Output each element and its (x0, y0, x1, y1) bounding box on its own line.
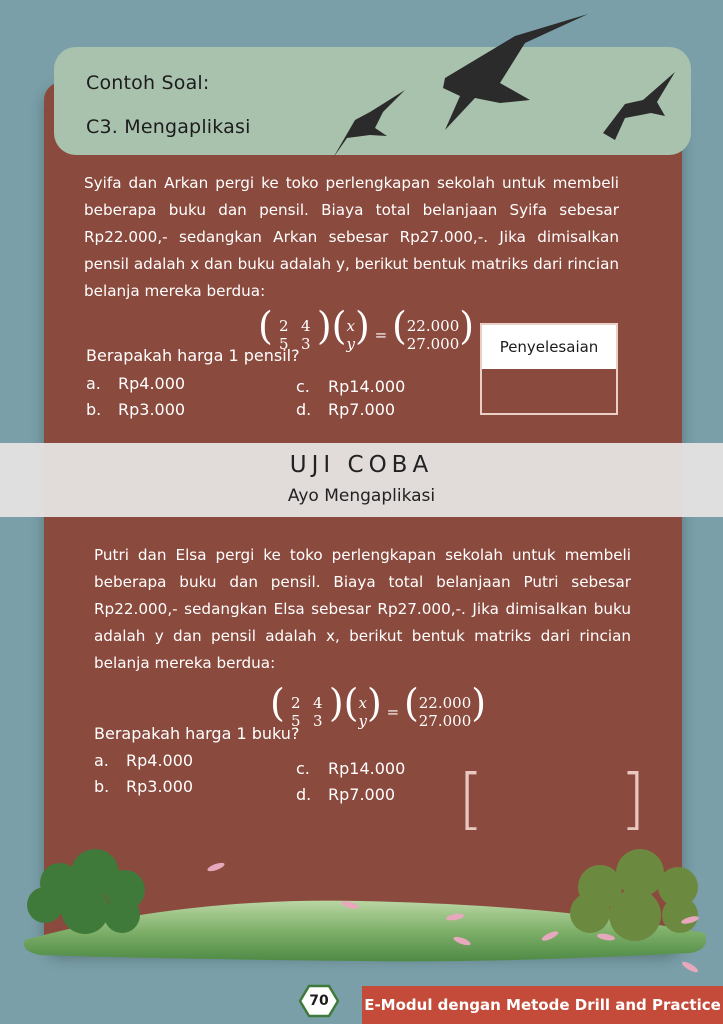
example-option-a[interactable]: a. Rp4.000 (86, 374, 185, 393)
trial-option-b[interactable]: b. Rp3.000 (94, 777, 193, 796)
example-label: Contoh Soal: (86, 72, 210, 94)
answer-bracket-right: ] (620, 760, 646, 837)
trial-title: UJI COBA (289, 452, 434, 478)
answer-bracket-left: [ (458, 760, 484, 837)
bird-icon (443, 14, 588, 130)
footer-title: E-Modul dengan Metode Drill and Practice (364, 996, 721, 1014)
section-title: C3. Mengaplikasi (86, 116, 251, 138)
example-option-d[interactable]: d. Rp7.000 (296, 400, 395, 419)
example-question: Berapakah harga 1 pensil? (86, 346, 300, 365)
trial-option-a[interactable]: a. Rp4.000 (94, 751, 193, 770)
landscape-illustration (24, 849, 706, 973)
example-option-b[interactable]: b. Rp3.000 (86, 400, 185, 419)
bird-icon (333, 90, 405, 158)
example-paragraph: Syifa dan Arkan pergi ke toko perlengkap… (84, 174, 619, 300)
trial-question: Berapakah harga 1 buku? (94, 724, 300, 743)
trial-subtitle: Ayo Mengaplikasi (287, 486, 436, 506)
trial-option-d[interactable]: d. Rp7.000 (296, 785, 395, 804)
solution-title: Penyelesaian (482, 325, 616, 369)
trial-matrix-equation: ( 24 53 )( xy ) = ( 22.000 27.000 ) (270, 681, 487, 730)
trial-paragraph: Putri dan Elsa pergi ke toko perlengkapa… (94, 546, 631, 672)
bird-icon (603, 72, 675, 140)
example-option-c[interactable]: c. Rp14.000 (296, 377, 405, 396)
trial-option-c[interactable]: c. Rp14.000 (296, 759, 405, 778)
bush-icon (27, 849, 145, 934)
bush-icon (570, 849, 698, 941)
birds-illustration (333, 14, 675, 158)
page-number: 70 (309, 993, 329, 1009)
